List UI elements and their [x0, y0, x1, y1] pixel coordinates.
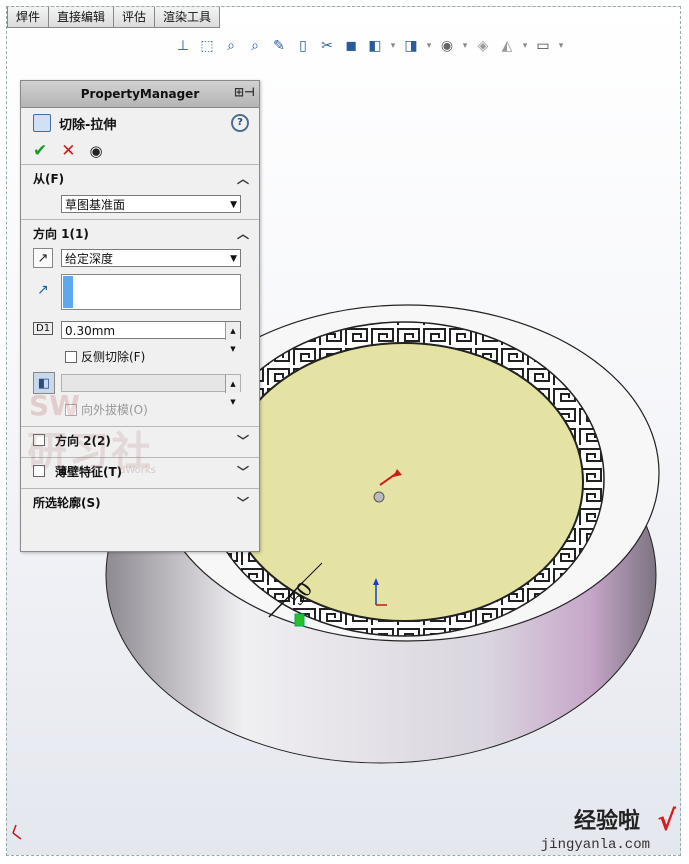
end-condition-select[interactable]: 给定深度 ▼	[61, 249, 241, 267]
selected-contours-group: 所选轮廓(S) ﹀	[21, 488, 259, 519]
depth-input[interactable]: 0.30mm ▲ ▼	[61, 321, 241, 353]
depth-spinner[interactable]: ▲ ▼	[225, 322, 240, 353]
spin-down-icon[interactable]: ▼	[230, 340, 235, 358]
checkmark-icon: √	[657, 804, 676, 837]
depth-value: 0.30mm	[65, 324, 116, 338]
expand-chevron-icon[interactable]: ﹀	[237, 432, 249, 449]
preview-eye-icon[interactable]: ◉	[90, 142, 103, 160]
reverse-direction-button[interactable]: ↗	[33, 248, 53, 268]
direction-vector-icon: ↗	[37, 282, 49, 298]
from-group: 从(F) ︿ 草图基准面 ▼	[21, 164, 259, 219]
cancel-button[interactable]: ✕	[61, 141, 75, 161]
brand-watermark: 经验啦	[573, 809, 640, 834]
direction1-label: 方向 1(1)	[33, 226, 89, 241]
reference-triad-icon	[12, 824, 22, 840]
draft-angle-input: ▲ ▼	[61, 374, 241, 406]
draft-outward-label: 向外拔模(O)	[81, 403, 148, 417]
pm-header-title: PropertyManager	[80, 87, 200, 101]
dimension-handle[interactable]	[294, 613, 305, 627]
spin-up-icon: ▲	[230, 380, 236, 388]
direction-selection-box[interactable]	[61, 274, 241, 310]
expand-chevron-icon[interactable]: ﹀	[237, 463, 249, 480]
flip-side-label: 反侧切除(F)	[81, 350, 146, 364]
selection-focus-bar	[63, 276, 73, 308]
inner-face	[224, 342, 584, 622]
help-icon[interactable]: ?	[231, 114, 249, 132]
pin-icon[interactable]: ⊞⊣	[234, 85, 255, 99]
depth-icon: D1	[33, 322, 54, 335]
collapse-chevron-icon[interactable]: ︿	[237, 225, 249, 242]
feature-title: 切除-拉伸	[59, 117, 117, 133]
chevron-down-icon: ▼	[230, 254, 237, 264]
selected-contours-label: 所选轮廓(S)	[33, 495, 101, 510]
expand-chevron-icon[interactable]: ﹀	[237, 494, 249, 511]
flip-side-checkbox[interactable]	[65, 351, 77, 363]
chevron-down-icon: ▼	[230, 200, 237, 210]
spin-up-icon[interactable]: ▲	[230, 322, 235, 340]
cut-extrude-icon	[33, 114, 51, 132]
watermark-subtext: dWorks	[119, 465, 156, 476]
from-group-header[interactable]: 从(F) ︿	[21, 165, 259, 191]
collapse-chevron-icon[interactable]: ︿	[237, 170, 249, 187]
brand-url: jingyanla.com	[540, 837, 650, 853]
ok-button[interactable]: ✔	[33, 141, 47, 161]
watermark-logo: SW	[29, 389, 81, 422]
direction1-group-header[interactable]: 方向 1(1) ︿	[21, 220, 259, 246]
from-select[interactable]: 草图基准面 ▼	[61, 195, 241, 213]
end-condition-value: 给定深度	[65, 252, 114, 266]
selected-contours-group-header[interactable]: 所选轮廓(S) ﹀	[21, 489, 259, 515]
graphics-area[interactable]: 焊件 直接编辑 评估 渲染工具 ⊥ ⬚ ⌕ ⌕ ✎ ▯ ✂ ◼ ◧ ▾ ◨ ▾ …	[6, 6, 681, 856]
origin-handle[interactable]	[373, 491, 385, 503]
property-manager: PropertyManager ⊞⊣ 切除-拉伸 ? ✔ ✕ ◉ 从(F) ︿ …	[20, 80, 260, 552]
spin-down-icon: ▼	[230, 398, 236, 406]
draft-spinner: ▲ ▼	[225, 375, 240, 406]
action-buttons: ✔ ✕ ◉	[21, 138, 259, 164]
feature-title-row: 切除-拉伸 ?	[21, 108, 259, 138]
pm-header: PropertyManager ⊞⊣	[21, 81, 259, 108]
from-select-value: 草图基准面	[65, 198, 126, 212]
from-label: 从(F)	[33, 171, 65, 186]
